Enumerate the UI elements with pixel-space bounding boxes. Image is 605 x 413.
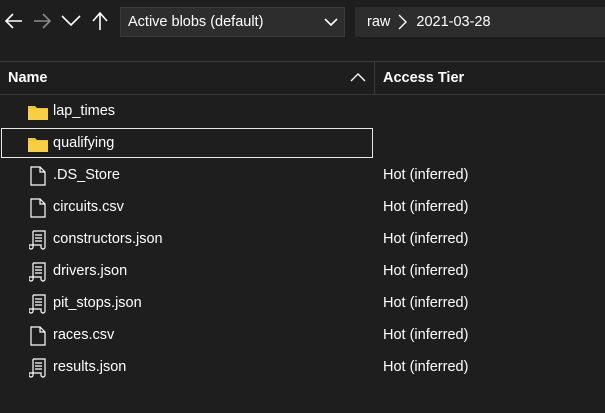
chevron-down-icon (61, 15, 81, 27)
item-access-tier: Hot (inferred) (383, 359, 469, 375)
file-icon (27, 166, 49, 186)
item-access-tier: Hot (inferred) (383, 199, 469, 215)
chevron-down-icon (324, 18, 338, 27)
list-item[interactable]: races.csv Hot (inferred) (0, 320, 605, 352)
list-item[interactable]: qualifying (0, 128, 605, 160)
breadcrumb-item-raw[interactable]: raw (367, 14, 390, 30)
column-header-name[interactable]: Name (0, 62, 375, 94)
chevron-right-icon (398, 14, 408, 30)
item-name: circuits.csv (53, 199, 124, 215)
item-access-tier: Hot (inferred) (383, 327, 469, 343)
script-file-icon (27, 262, 49, 282)
file-icon (27, 326, 49, 346)
list-item[interactable]: pit_stops.json Hot (inferred) (0, 288, 605, 320)
item-access-tier: Hot (inferred) (383, 295, 469, 311)
column-header-access-tier[interactable]: Access Tier (376, 62, 605, 94)
list-item[interactable]: .DS_Store Hot (inferred) (0, 160, 605, 192)
script-file-icon (27, 358, 49, 378)
item-name: pit_stops.json (53, 295, 142, 311)
blob-view-select[interactable]: Active blobs (default) (120, 7, 345, 37)
item-name: races.csv (53, 327, 115, 343)
column-header-name-label: Name (8, 70, 48, 86)
item-name: qualifying (53, 135, 115, 151)
column-header-access-tier-label: Access Tier (383, 70, 465, 86)
breadcrumb: raw 2021-03-28 (355, 7, 605, 37)
item-name: drivers.json (53, 263, 128, 279)
forward-button[interactable] (31, 8, 53, 34)
list-item[interactable]: lap_times (0, 96, 605, 128)
blob-view-selected: Active blobs (default) (128, 14, 264, 30)
script-file-icon (27, 294, 49, 314)
back-button[interactable] (3, 8, 25, 34)
list-item[interactable]: drivers.json Hot (inferred) (0, 256, 605, 288)
arrow-left-icon (4, 13, 22, 29)
script-file-icon (27, 230, 49, 250)
arrow-right-icon (34, 13, 52, 29)
list-header: Name Access Tier (0, 61, 605, 95)
list-item[interactable]: circuits.csv Hot (inferred) (0, 192, 605, 224)
item-name: lap_times (53, 103, 116, 119)
arrow-up-icon (92, 11, 108, 30)
item-name: results.json (53, 359, 127, 375)
recent-locations-button[interactable] (60, 8, 82, 34)
item-name: constructors.json (53, 231, 163, 247)
item-access-tier: Hot (inferred) (383, 167, 469, 183)
file-icon (27, 198, 49, 218)
up-button[interactable] (89, 8, 111, 34)
sort-ascending-icon (350, 73, 366, 82)
blob-list: lap_times qualifying .DS_Store Hot (infe… (0, 96, 605, 384)
folder-icon (27, 134, 49, 154)
item-access-tier: Hot (inferred) (383, 231, 469, 247)
folder-icon (27, 102, 49, 122)
list-item[interactable]: constructors.json Hot (inferred) (0, 224, 605, 256)
item-access-tier: Hot (inferred) (383, 263, 469, 279)
breadcrumb-item-date[interactable]: 2021-03-28 (416, 14, 490, 30)
item-name: .DS_Store (53, 167, 120, 183)
toolbar: Active blobs (default) raw 2021-03-28 (0, 0, 605, 44)
list-item[interactable]: results.json Hot (inferred) (0, 352, 605, 384)
